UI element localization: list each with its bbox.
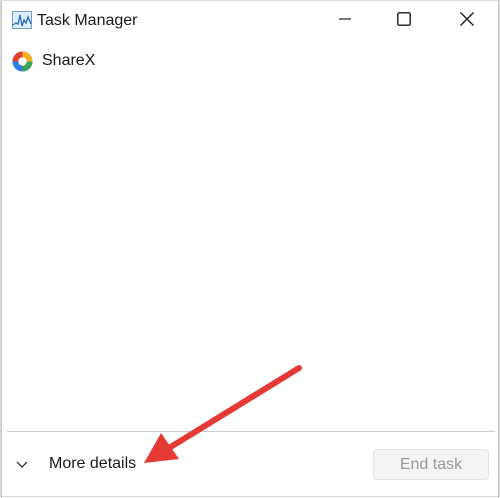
window-title: Task Manager [37,12,138,29]
process-row[interactable]: ShareX [1,47,500,75]
sharex-icon [12,51,33,72]
task-manager-icon [12,11,32,29]
close-icon [460,11,474,31]
footer-bar: More details End task [1,432,500,498]
maximize-button[interactable] [376,1,432,41]
process-name: ShareX [42,52,96,69]
chevron-down-icon [15,457,29,471]
end-task-button[interactable]: End task [373,449,489,480]
close-button[interactable] [439,1,495,41]
minimize-icon [339,12,351,30]
task-manager-window: Task Manager ShareX More details End tas… [0,0,500,498]
maximize-icon [397,11,411,31]
title-bar[interactable]: Task Manager [1,1,500,41]
minimize-button[interactable] [317,1,373,41]
more-details-label: More details [49,455,137,472]
more-details-toggle[interactable]: More details [15,452,136,476]
process-list: ShareX [1,45,500,427]
